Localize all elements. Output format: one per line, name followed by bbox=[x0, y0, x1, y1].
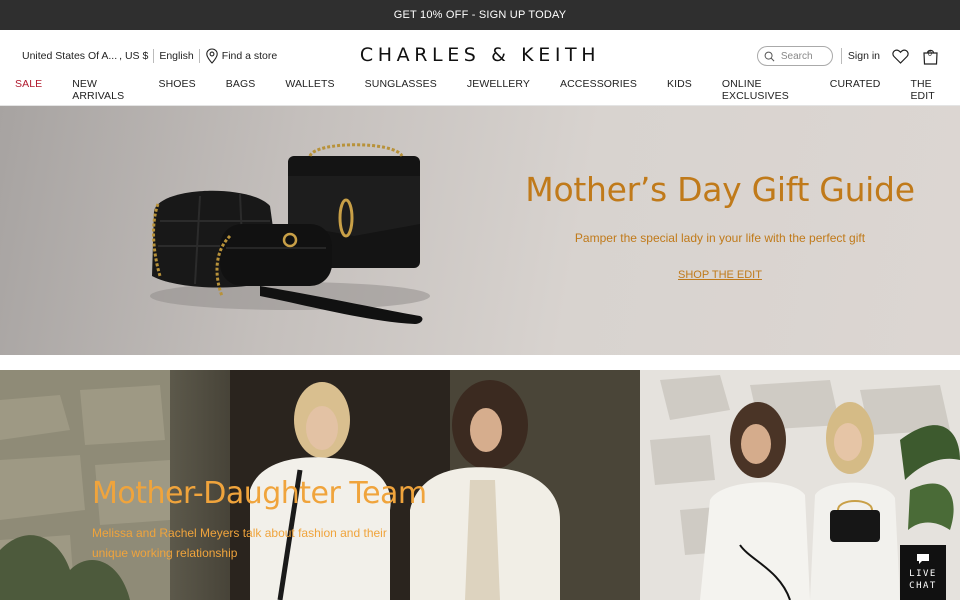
editorial-copy: Mother-Daughter Team Melissa and Rachel … bbox=[92, 476, 427, 563]
language-selector[interactable]: English bbox=[159, 50, 193, 62]
editorial-subtitle: Melissa and Rachel Meyers talk about fas… bbox=[92, 526, 387, 560]
sign-in-link[interactable]: Sign in bbox=[848, 50, 880, 62]
banner-title: Mother’s Day Gift Guide bbox=[525, 170, 915, 209]
brand-logo[interactable]: CHARLES & KEITH bbox=[340, 44, 620, 66]
cart-count: 0 bbox=[928, 51, 932, 58]
banner-copy: Mother’s Day Gift Guide Pamper the speci… bbox=[500, 170, 940, 283]
mothers-day-banner[interactable]: Mother’s Day Gift Guide Pamper the speci… bbox=[0, 106, 960, 355]
search-box[interactable] bbox=[756, 46, 833, 66]
wishlist-button[interactable] bbox=[890, 46, 910, 66]
mother-daughter-banner[interactable]: Mother-Daughter Team Melissa and Rachel … bbox=[0, 370, 960, 600]
nav-item-sale[interactable]: SALE bbox=[15, 78, 42, 102]
site-header: United States Of A... , US $ English Fin… bbox=[0, 30, 960, 106]
nav-item-jewellery[interactable]: JEWELLERY bbox=[467, 78, 530, 102]
promo-text[interactable]: GET 10% OFF - SIGN UP TODAY bbox=[394, 9, 566, 21]
find-store-link[interactable]: Find a store bbox=[205, 48, 277, 64]
search-icon bbox=[764, 51, 775, 61]
nav-item-new-arrivals[interactable]: NEW ARRIVALS bbox=[72, 78, 128, 102]
nav-item-wallets[interactable]: WALLETS bbox=[285, 78, 334, 102]
currency-selector[interactable]: , US $ bbox=[119, 50, 148, 62]
divider bbox=[198, 49, 200, 63]
section-spacer bbox=[0, 355, 960, 370]
search-input[interactable] bbox=[780, 50, 831, 62]
editorial-title: Mother-Daughter Team bbox=[92, 476, 427, 511]
nav-item-online-exclusives[interactable]: ONLINE EXCLUSIVES bbox=[722, 78, 800, 102]
location-pin-icon bbox=[206, 48, 218, 64]
handbags-image bbox=[150, 143, 430, 324]
country-selector[interactable]: United States Of A... bbox=[22, 50, 117, 62]
locale-bar: United States Of A... , US $ English Fin… bbox=[22, 48, 277, 64]
live-chat-line1: LIVE bbox=[909, 569, 937, 579]
nav-item-curated[interactable]: CURATED bbox=[830, 78, 881, 102]
nav-item-kids[interactable]: KIDS bbox=[667, 78, 692, 102]
live-chat-line2: CHAT bbox=[909, 581, 937, 591]
nav-item-the-edit[interactable]: THE EDIT bbox=[910, 78, 945, 102]
banner-subtitle: Pamper the special lady in your life wit… bbox=[574, 231, 866, 245]
nav-item-accessories[interactable]: ACCESSORIES bbox=[560, 78, 637, 102]
nav-item-sunglasses[interactable]: SUNGLASSES bbox=[365, 78, 437, 102]
nav-item-bags[interactable]: BAGS bbox=[226, 78, 256, 102]
live-chat-button[interactable]: LIVE CHAT bbox=[900, 545, 946, 600]
chat-bubble-icon bbox=[917, 554, 929, 564]
shop-the-edit-link[interactable]: SHOP THE EDIT bbox=[678, 269, 762, 281]
divider bbox=[840, 48, 842, 64]
cart-button[interactable]: 0 bbox=[920, 46, 940, 66]
main-nav: SALE NEW ARRIVALS SHOES BAGS WALLETS SUN… bbox=[0, 78, 960, 102]
header-actions: Sign in 0 bbox=[756, 46, 940, 66]
nav-item-shoes[interactable]: SHOES bbox=[158, 78, 195, 102]
promo-banner[interactable]: GET 10% OFF - SIGN UP TODAY bbox=[0, 0, 960, 30]
find-store-label: Find a store bbox=[221, 50, 278, 62]
divider bbox=[153, 49, 155, 63]
heart-icon bbox=[891, 49, 909, 64]
